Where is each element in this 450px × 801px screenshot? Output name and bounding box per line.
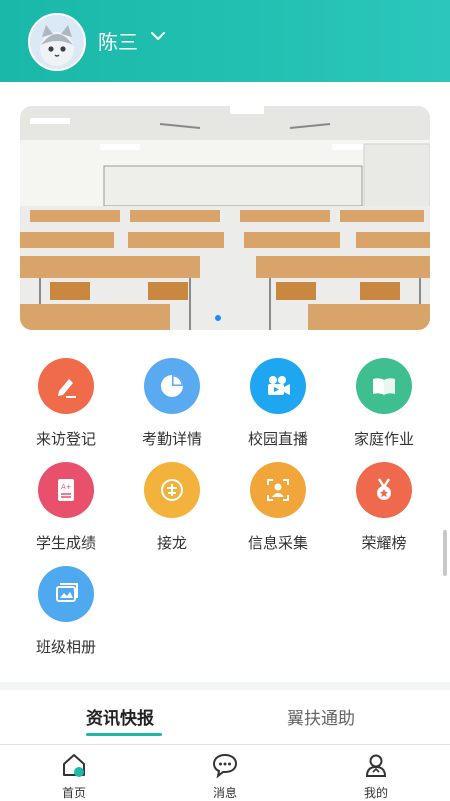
grid-label: 来访登记: [35, 430, 96, 448]
profile-scan-icon: [250, 462, 306, 518]
video-camera-icon: [250, 358, 306, 414]
main-content: 来访登记 考勤详情 校园直播 家庭作业 A+ 学生成绩 接龙 信息采集 荣耀榜 …: [0, 82, 450, 682]
scrollbar[interactable]: [443, 530, 447, 576]
grid-item-class-album[interactable]: 班级相册: [16, 566, 116, 662]
grid-item-honor-roll[interactable]: 荣耀榜: [334, 462, 434, 558]
nav-home[interactable]: 首页: [44, 751, 104, 801]
news-tabs: 资讯快报 翼扶通助: [0, 690, 450, 744]
nav-label: 我的: [363, 786, 388, 800]
photo-album-icon: [38, 566, 94, 622]
banner-carousel[interactable]: [20, 106, 430, 330]
header-bar: 陈三: [0, 0, 450, 82]
classroom-photo: [20, 106, 430, 330]
home-icon: [63, 754, 85, 777]
book-icon: [356, 358, 412, 414]
chevron-down-icon[interactable]: [150, 28, 166, 44]
avatar-cat-icon: [30, 15, 84, 69]
grid-label: 考勤详情: [141, 430, 202, 448]
grid-label: 荣耀榜: [361, 534, 407, 552]
grid-label: 班级相册: [35, 638, 96, 656]
grid-label: 信息采集: [247, 534, 308, 552]
medal-icon: [356, 462, 412, 518]
profile-icon: [365, 754, 387, 777]
message-icon: [212, 753, 238, 779]
tab-assistance[interactable]: 翼扶通助: [287, 704, 355, 729]
username[interactable]: 陈三: [98, 26, 138, 55]
edit-icon: [38, 358, 94, 414]
grid-label: 校园直播: [247, 430, 308, 448]
grid-item-attendance[interactable]: 考勤详情: [122, 358, 222, 454]
tab-news[interactable]: 资讯快报: [86, 704, 154, 729]
svg-text:A+: A+: [61, 483, 72, 491]
nav-messages[interactable]: 消息: [195, 751, 255, 801]
grid-item-campus-live[interactable]: 校园直播: [228, 358, 328, 454]
grid-label: 家庭作业: [353, 430, 414, 448]
avatar[interactable]: [28, 13, 86, 71]
grade-sheet-icon: A+: [38, 462, 94, 518]
bottom-nav: 首页 消息 我的: [0, 744, 450, 801]
nav-profile[interactable]: 我的: [346, 751, 406, 801]
nav-label: 首页: [61, 786, 86, 800]
nav-label: 消息: [212, 786, 237, 800]
carousel-indicator[interactable]: [215, 315, 221, 321]
grid-item-homework[interactable]: 家庭作业: [334, 358, 434, 454]
grid-item-student-grades[interactable]: A+ 学生成绩: [16, 462, 116, 558]
grid-item-relay[interactable]: 接龙: [122, 462, 222, 558]
grid-label: 接龙: [156, 534, 187, 552]
relay-icon: [144, 462, 200, 518]
grid-label: 学生成绩: [35, 534, 96, 552]
pie-chart-icon: [144, 358, 200, 414]
grid-item-visitor-register[interactable]: 来访登记: [16, 358, 116, 454]
tab-active-indicator: [86, 733, 162, 736]
grid-item-info-collect[interactable]: 信息采集: [228, 462, 328, 558]
